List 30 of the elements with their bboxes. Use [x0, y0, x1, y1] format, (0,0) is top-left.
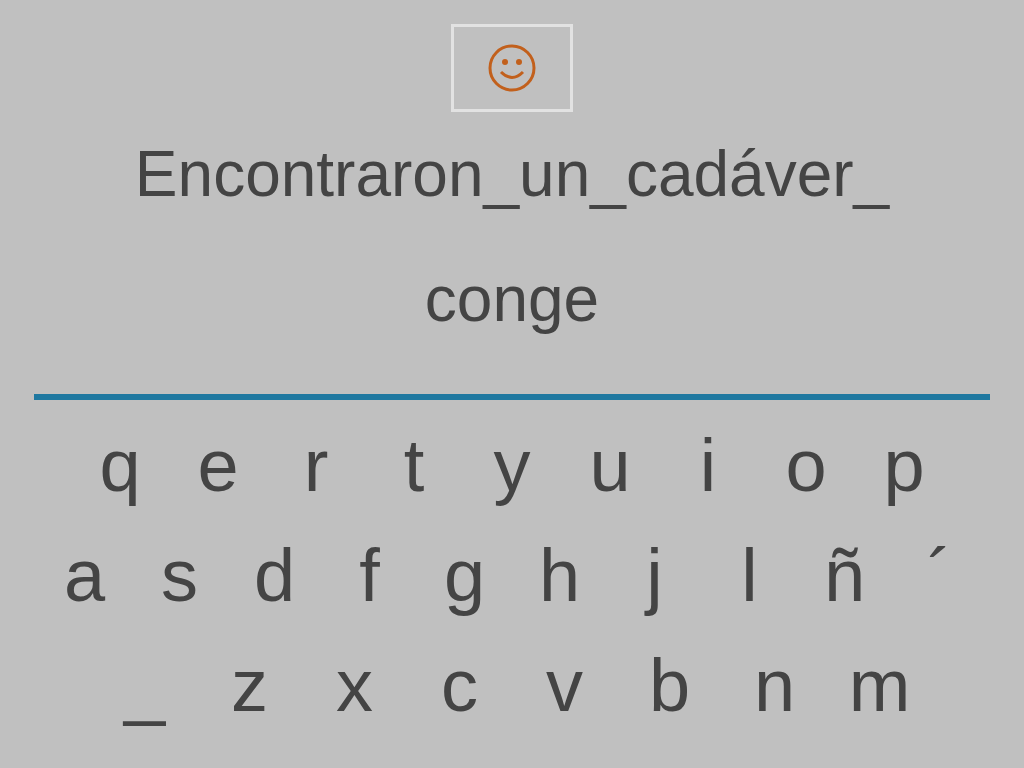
letter-key[interactable]: x: [302, 641, 407, 731]
letter-key[interactable]: e: [169, 421, 267, 511]
sentence-text: conge: [424, 263, 600, 335]
letter-key[interactable]: _: [92, 641, 197, 731]
letter-key[interactable]: o: [757, 421, 855, 511]
letter-key[interactable]: ´: [892, 531, 987, 621]
smiley-icon: [487, 43, 537, 93]
letter-key[interactable]: s: [132, 531, 227, 621]
letter-key[interactable]: a: [37, 531, 132, 621]
letter-key[interactable]: g: [417, 531, 512, 621]
sentence-text: Encontraron_un_cadáver_: [134, 138, 890, 210]
letter-key[interactable]: q: [71, 421, 169, 511]
letter-key[interactable]: c: [407, 641, 512, 731]
letter-key[interactable]: i: [659, 421, 757, 511]
letter-key[interactable]: j: [607, 531, 702, 621]
letter-key[interactable]: t: [365, 421, 463, 511]
letter-key[interactable]: y: [463, 421, 561, 511]
letter-key[interactable]: b: [617, 641, 722, 731]
letter-key[interactable]: z: [197, 641, 302, 731]
letter-key[interactable]: m: [827, 641, 932, 731]
letter-key[interactable]: r: [267, 421, 365, 511]
letter-key[interactable]: h: [512, 531, 607, 621]
letter-key[interactable]: v: [512, 641, 617, 731]
letter-key[interactable]: d: [227, 531, 322, 621]
letter-key[interactable]: ñ: [797, 531, 892, 621]
letter-key[interactable]: f: [322, 531, 417, 621]
letter-key[interactable]: p: [855, 421, 953, 511]
letter-key[interactable]: u: [561, 421, 659, 511]
letter-key[interactable]: l: [702, 531, 797, 621]
letter-key[interactable]: n: [722, 641, 827, 731]
